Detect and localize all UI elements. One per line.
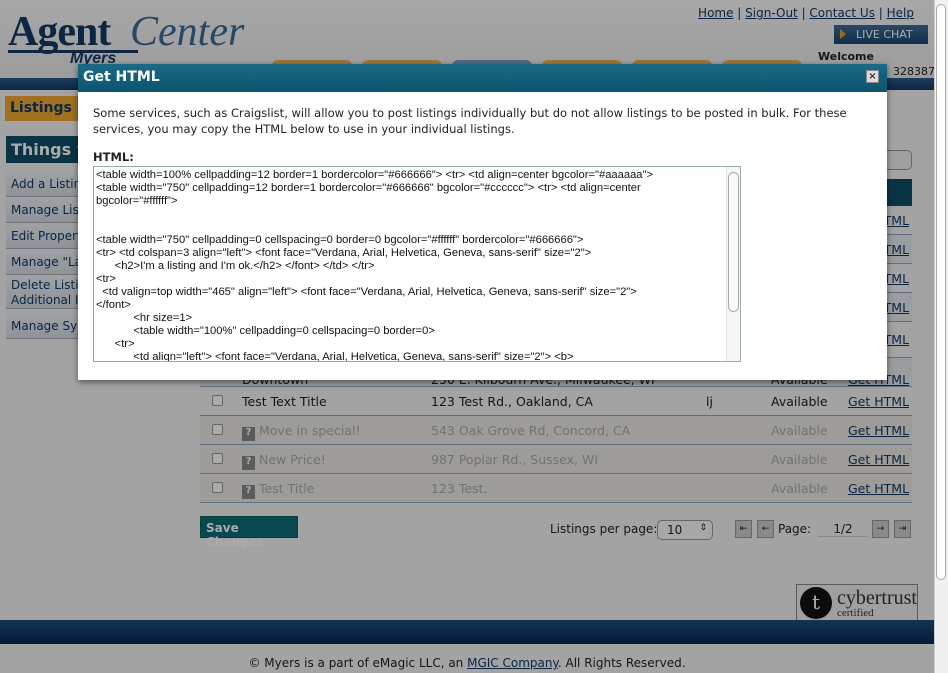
page-input[interactable]: 1/2 (818, 520, 868, 537)
textarea-scrollbar-thumb[interactable] (728, 172, 739, 312)
listing-address: 123 Test. (431, 481, 488, 496)
listing-title-text: Move in special! (259, 423, 361, 438)
table-row: ? Test Title 123 Test. Available Get HTML (200, 474, 912, 503)
table-row: ? New Price! 987 Poplar Rd., Sussex, WI A… (200, 445, 912, 474)
row-checkbox[interactable] (212, 395, 223, 406)
html-label: HTML: (93, 150, 134, 164)
help-icon[interactable]: ? (242, 485, 255, 499)
home-link[interactable]: Home (698, 6, 733, 20)
listing-title-text: New Price! (259, 452, 326, 467)
row-checkbox[interactable] (212, 453, 223, 464)
footer-prefix: © Myers is a part of eMagic LLC, an (248, 656, 468, 670)
row-checkbox[interactable] (212, 482, 223, 493)
first-page-button[interactable]: ⇤ (735, 520, 752, 538)
last-page-button[interactable]: ⇥ (894, 520, 911, 538)
listing-status: Available (771, 452, 828, 467)
html-textarea[interactable] (93, 166, 741, 362)
listing-title-text: Test Title (259, 481, 315, 496)
tab-listings[interactable]: Listings (5, 96, 78, 121)
dialog-title-text: Get HTML (83, 69, 160, 85)
listing-status: Available (771, 394, 828, 409)
top-links: Home | Sign-Out | Contact Us | Help (698, 6, 914, 20)
listing-title: ? New Price! (242, 452, 326, 470)
live-chat-label: LIVE CHAT (856, 28, 913, 41)
stepper-icon: ⇕ (699, 523, 707, 533)
next-page-button[interactable]: → (872, 520, 889, 538)
get-html-link[interactable]: Get HTML (848, 452, 909, 467)
table-row: ? Move in special! 543 Oak Grove Rd, Conc… (200, 416, 912, 445)
footer-text: © Myers is a part of eMagic LLC, an MGIC… (0, 656, 934, 670)
page-label: Page: (778, 522, 812, 536)
cybertrust-logo-icon: t (800, 587, 832, 619)
dialog-title: Get HTML × (78, 64, 887, 92)
listings-per-page-label: Listings per page: (550, 522, 658, 536)
help-icon[interactable]: ? (242, 427, 255, 441)
account-number: 328387 (893, 65, 935, 78)
get-html-link[interactable]: Get HTML (848, 423, 909, 438)
close-icon[interactable]: × (866, 70, 879, 83)
cybertrust-badge[interactable]: t cybertrust certified (796, 584, 918, 621)
get-html-link[interactable]: Get HTML (848, 481, 909, 496)
listing-title: ? Test Title (242, 481, 314, 499)
footer-bar (0, 620, 934, 644)
row-checkbox[interactable] (212, 424, 223, 435)
listings-per-page-value: 10 (667, 523, 683, 537)
prev-page-button[interactable]: ← (757, 520, 774, 538)
listing-title: Test Text Title (242, 394, 327, 409)
listing-address: 123 Test Rd., Oakland, CA (431, 394, 593, 409)
mgic-link[interactable]: MGIC Company (467, 656, 558, 670)
page-scrollbar-thumb[interactable] (936, 4, 946, 580)
listing-address: 543 Oak Grove Rd, Concord, CA (431, 423, 631, 438)
play-icon (840, 29, 846, 39)
get-html-dialog: Get HTML × Some services, such as Craigs… (78, 64, 887, 380)
listing-status: Available (771, 481, 828, 496)
dialog-description: Some services, such as Craigslist, will … (93, 106, 847, 136)
listing-title: ? Move in special! (242, 423, 361, 441)
table-row: Test Text Title 123 Test Rd., Oakland, C… (200, 387, 912, 416)
save-changes-button[interactable]: Save Changes (200, 516, 298, 549)
sign-out-link[interactable]: Sign-Out (745, 6, 798, 20)
listing-status: Available (771, 423, 828, 438)
help-icon[interactable]: ? (242, 456, 255, 470)
footer-suffix: . All Rights Reserved. (557, 656, 686, 670)
live-chat-button[interactable]: LIVE CHAT (834, 25, 928, 44)
logo-agent: Agent (8, 9, 111, 55)
listings-per-page-select[interactable]: 10 ⇕ (657, 520, 713, 540)
help-link[interactable]: Help (887, 6, 914, 20)
contact-us-link[interactable]: Contact Us (809, 6, 875, 20)
listing-agent: lj (706, 394, 713, 409)
get-html-link[interactable]: Get HTML (848, 394, 909, 409)
listing-address: 987 Poplar Rd., Sussex, WI (431, 452, 599, 467)
logo-center: Center (130, 9, 245, 55)
cybertrust-certified: certified (837, 607, 874, 619)
